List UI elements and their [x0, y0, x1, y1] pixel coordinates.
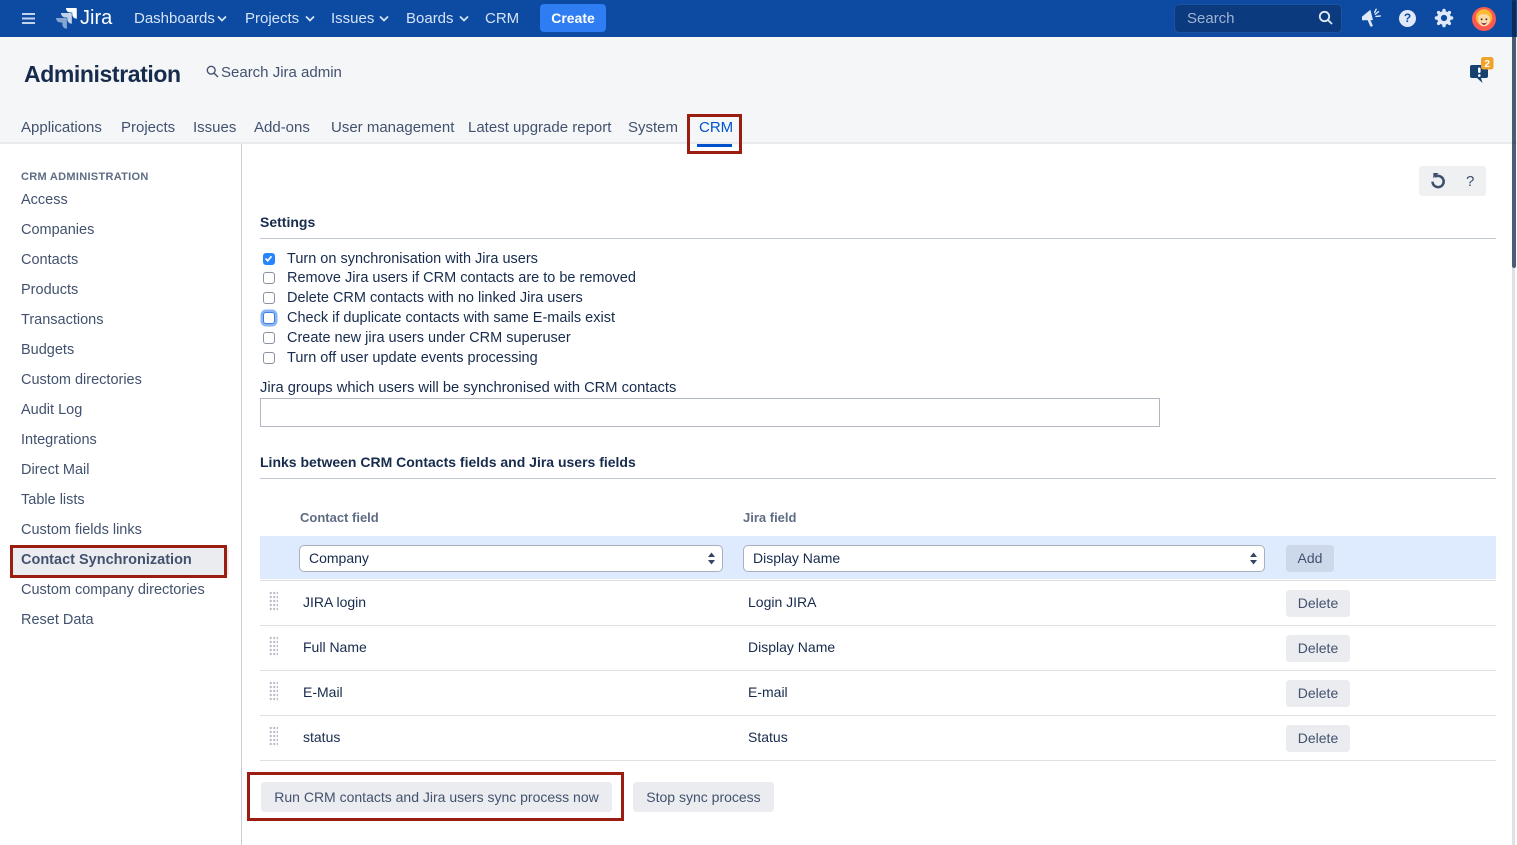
svg-text:2: 2 [1484, 58, 1490, 70]
